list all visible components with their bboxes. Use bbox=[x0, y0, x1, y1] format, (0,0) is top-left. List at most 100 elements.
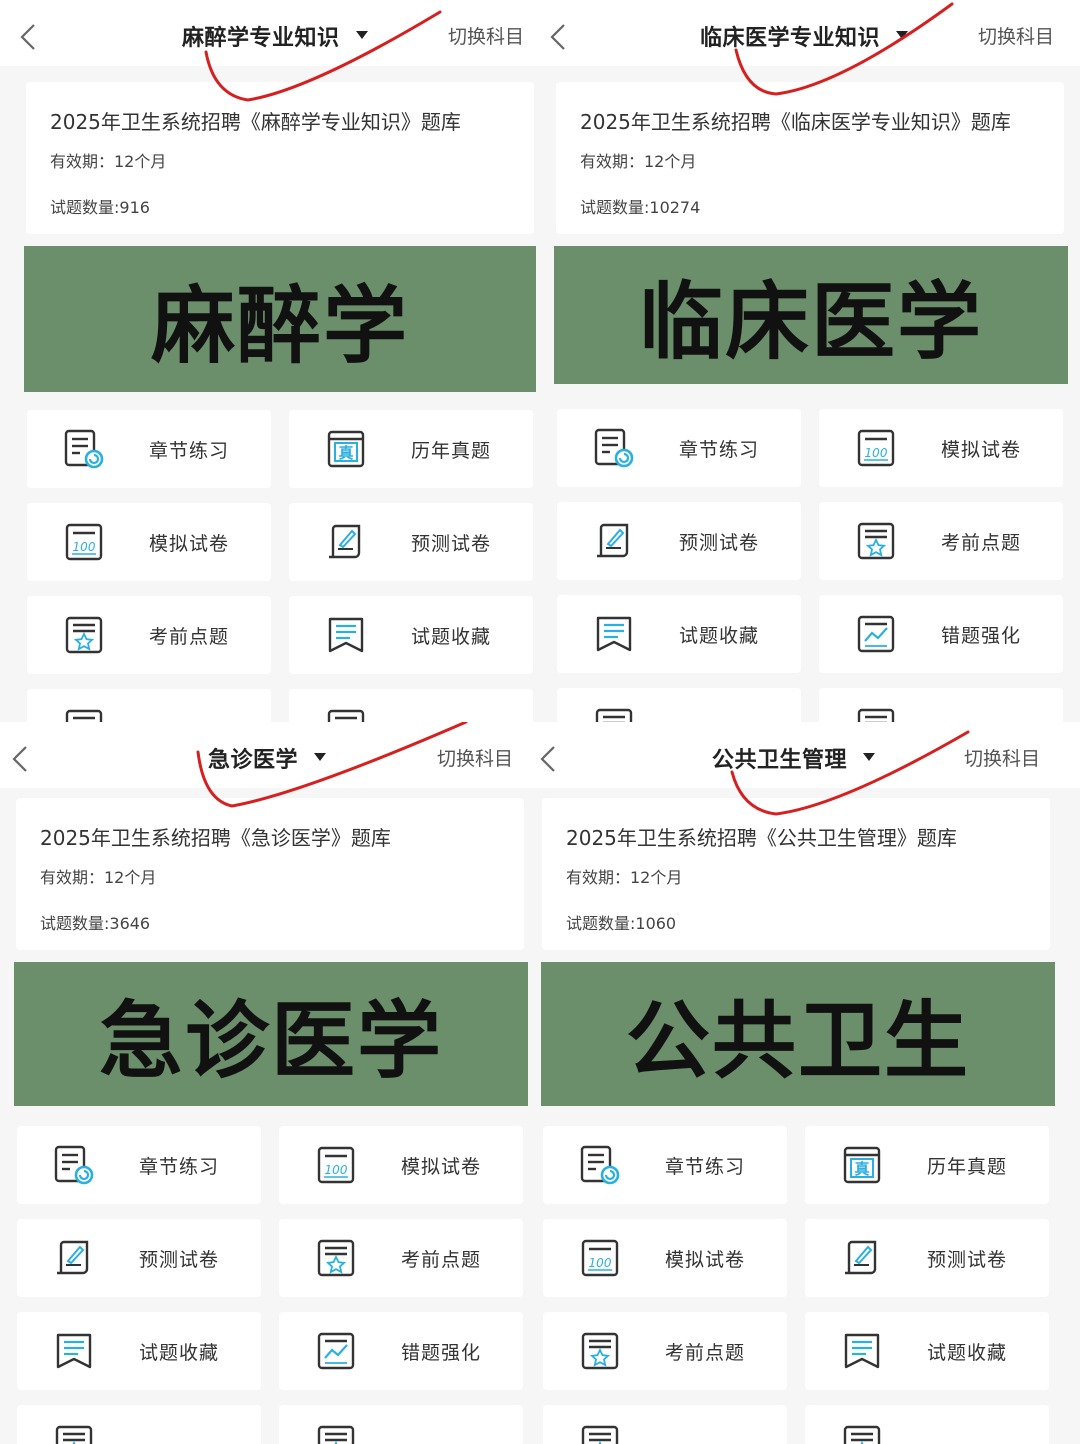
banner-text: 急诊医学 bbox=[98, 991, 443, 1090]
feature-label: 试题收藏 bbox=[139, 1342, 220, 1364]
back-arrow-icon[interactable] bbox=[540, 744, 560, 774]
feature-tile-past-exam[interactable]: 真 历年真题 bbox=[805, 1126, 1049, 1204]
subject-panel-anesthesiology: 麻醉学专业知识 切换科目 2025年卫生系统招聘《麻醉学专业知识》题库 有效期：12个… bbox=[0, 0, 540, 722]
caret-down-icon bbox=[355, 31, 368, 41]
feature-tile-favorites[interactable]: 试题收藏 bbox=[17, 1312, 261, 1390]
switch-subject-button[interactable]: 切换科目 bbox=[964, 744, 1040, 771]
switch-subject-button[interactable]: 切换科目 bbox=[978, 22, 1054, 49]
feature-tile-chapter-practice[interactable]: 章节练习 bbox=[543, 1126, 787, 1204]
feature-tile-forecast-paper[interactable]: 预测试卷 bbox=[289, 503, 533, 581]
question-bank-card[interactable]: 2025年卫生系统招聘《临床医学专业知识》题库 有效期：12个月 试题数量:1027… bbox=[556, 82, 1064, 234]
feature-label: 历年真题 bbox=[927, 1156, 1008, 1178]
chapter-practice-icon bbox=[593, 427, 635, 469]
validity-period: 有效期：12个月 bbox=[40, 868, 157, 887]
back-arrow-icon[interactable] bbox=[18, 22, 40, 52]
feature-label: 历年真题 bbox=[411, 440, 492, 462]
feature-tile-partial[interactable] bbox=[27, 689, 271, 722]
feature-label: 模拟试卷 bbox=[401, 1156, 482, 1178]
mock-paper-icon: 100 bbox=[315, 1144, 357, 1186]
feature-tile-past-exam[interactable]: 真 历年真题 bbox=[289, 410, 533, 488]
feature-label: 考前点题 bbox=[149, 626, 230, 648]
feature-label: 预测试卷 bbox=[679, 532, 760, 554]
feature-label: 错题强化 bbox=[401, 1342, 482, 1364]
feature-tile-partial[interactable] bbox=[819, 688, 1063, 722]
feature-tile-key-points[interactable]: 考前点题 bbox=[819, 502, 1063, 580]
subject-banner: 公共卫生 bbox=[541, 962, 1055, 1106]
question-bank-card[interactable]: 2025年卫生系统招聘《急诊医学》题库 有效期：12个月 试题数量:3646 bbox=[16, 798, 524, 950]
svg-text:100: 100 bbox=[589, 1256, 612, 1270]
feature-tile-partial[interactable] bbox=[805, 1405, 1049, 1444]
feature-label: 试题收藏 bbox=[411, 626, 492, 648]
subject-panel-emergency-medicine: 急诊医学 切换科目 2025年卫生系统招聘《急诊医学》题库 有效期：12个月 试题数量:… bbox=[0, 722, 540, 1444]
svg-text:100: 100 bbox=[73, 540, 96, 554]
feature-label: 章节练习 bbox=[679, 439, 760, 461]
document-icon bbox=[593, 706, 635, 722]
feature-tile-forecast-paper[interactable]: 预测试卷 bbox=[17, 1219, 261, 1297]
back-arrow-icon[interactable] bbox=[548, 22, 570, 52]
feature-tile-partial[interactable] bbox=[279, 1405, 523, 1444]
key-points-icon bbox=[63, 614, 105, 656]
feature-tile-partial[interactable] bbox=[557, 688, 801, 722]
question-bank-card[interactable]: 2025年卫生系统招聘《麻醉学专业知识》题库 有效期：12个月 试题数量:916 bbox=[26, 82, 534, 234]
subject-title: 临床医学专业知识 bbox=[700, 26, 881, 51]
feature-label: 预测试卷 bbox=[139, 1249, 220, 1271]
feature-tile-forecast-paper[interactable]: 预测试卷 bbox=[805, 1219, 1049, 1297]
feature-label: 章节练习 bbox=[139, 1156, 220, 1178]
feature-label: 考前点题 bbox=[665, 1342, 746, 1364]
subject-dropdown[interactable]: 公共卫生管理 bbox=[712, 738, 876, 778]
back-arrow-icon[interactable] bbox=[10, 744, 32, 774]
feature-tile-partial[interactable] bbox=[289, 689, 533, 722]
subject-banner: 临床医学 bbox=[554, 246, 1068, 384]
switch-subject-button[interactable]: 切换科目 bbox=[448, 22, 524, 49]
nav-header: 公共卫生管理 切换科目 bbox=[540, 722, 1080, 788]
feature-tile-chapter-practice[interactable]: 章节练习 bbox=[557, 409, 801, 487]
feature-tile-key-points[interactable]: 考前点题 bbox=[543, 1312, 787, 1390]
feature-tile-mock-paper[interactable]: 100 模拟试卷 bbox=[819, 409, 1063, 487]
past-exam-icon: 真 bbox=[841, 1144, 883, 1186]
chapter-practice-icon bbox=[53, 1144, 95, 1186]
chapter-practice-icon bbox=[63, 428, 105, 470]
switch-subject-button[interactable]: 切换科目 bbox=[437, 744, 513, 771]
caret-down-icon bbox=[863, 753, 876, 763]
question-count: 试题数量:916 bbox=[50, 198, 150, 217]
nav-header: 临床医学专业知识 切换科目 bbox=[540, 0, 1080, 66]
feature-label: 错题强化 bbox=[941, 625, 1022, 647]
feature-tile-key-points[interactable]: 考前点题 bbox=[279, 1219, 523, 1297]
key-points-icon bbox=[315, 1237, 357, 1279]
feature-tile-mistakes[interactable]: 错题强化 bbox=[279, 1312, 523, 1390]
feature-label: 试题收藏 bbox=[679, 625, 760, 647]
favorites-icon bbox=[325, 614, 367, 656]
document-icon bbox=[579, 1423, 621, 1444]
caret-down-icon bbox=[896, 31, 909, 41]
document-icon bbox=[63, 707, 105, 722]
subject-dropdown[interactable]: 临床医学专业知识 bbox=[700, 16, 909, 56]
feature-label: 模拟试卷 bbox=[149, 533, 230, 555]
subject-banner: 麻醉学 bbox=[24, 246, 536, 392]
mock-paper-icon: 100 bbox=[63, 521, 105, 563]
subject-dropdown[interactable]: 麻醉学专业知识 bbox=[182, 16, 368, 56]
subject-title: 公共卫生管理 bbox=[712, 748, 848, 773]
nav-header: 急诊医学 切换科目 bbox=[0, 722, 540, 788]
feature-tile-chapter-practice[interactable]: 章节练习 bbox=[27, 410, 271, 488]
feature-tile-favorites[interactable]: 试题收藏 bbox=[557, 595, 801, 673]
feature-tile-mock-paper[interactable]: 100 模拟试卷 bbox=[279, 1126, 523, 1204]
key-points-icon bbox=[855, 520, 897, 562]
subject-dropdown[interactable]: 急诊医学 bbox=[208, 738, 327, 778]
feature-tile-mistakes[interactable]: 错题强化 bbox=[819, 595, 1063, 673]
feature-tile-mock-paper[interactable]: 100 模拟试卷 bbox=[27, 503, 271, 581]
feature-label: 模拟试卷 bbox=[665, 1249, 746, 1271]
nav-header: 麻醉学专业知识 切换科目 bbox=[0, 0, 540, 66]
feature-tile-mock-paper[interactable]: 100 模拟试卷 bbox=[543, 1219, 787, 1297]
forecast-paper-icon bbox=[593, 520, 635, 562]
feature-tile-favorites[interactable]: 试题收藏 bbox=[289, 596, 533, 674]
feature-tile-chapter-practice[interactable]: 章节练习 bbox=[17, 1126, 261, 1204]
forecast-paper-icon bbox=[841, 1237, 883, 1279]
banner-text: 临床医学 bbox=[638, 272, 983, 371]
bank-title: 2025年卫生系统招聘《急诊医学》题库 bbox=[40, 826, 391, 850]
feature-tile-partial[interactable] bbox=[543, 1405, 787, 1444]
feature-tile-forecast-paper[interactable]: 预测试卷 bbox=[557, 502, 801, 580]
feature-tile-favorites[interactable]: 试题收藏 bbox=[805, 1312, 1049, 1390]
feature-tile-partial[interactable] bbox=[17, 1405, 261, 1444]
question-bank-card[interactable]: 2025年卫生系统招聘《公共卫生管理》题库 有效期：12个月 试题数量:1060 bbox=[542, 798, 1050, 950]
feature-tile-key-points[interactable]: 考前点题 bbox=[27, 596, 271, 674]
